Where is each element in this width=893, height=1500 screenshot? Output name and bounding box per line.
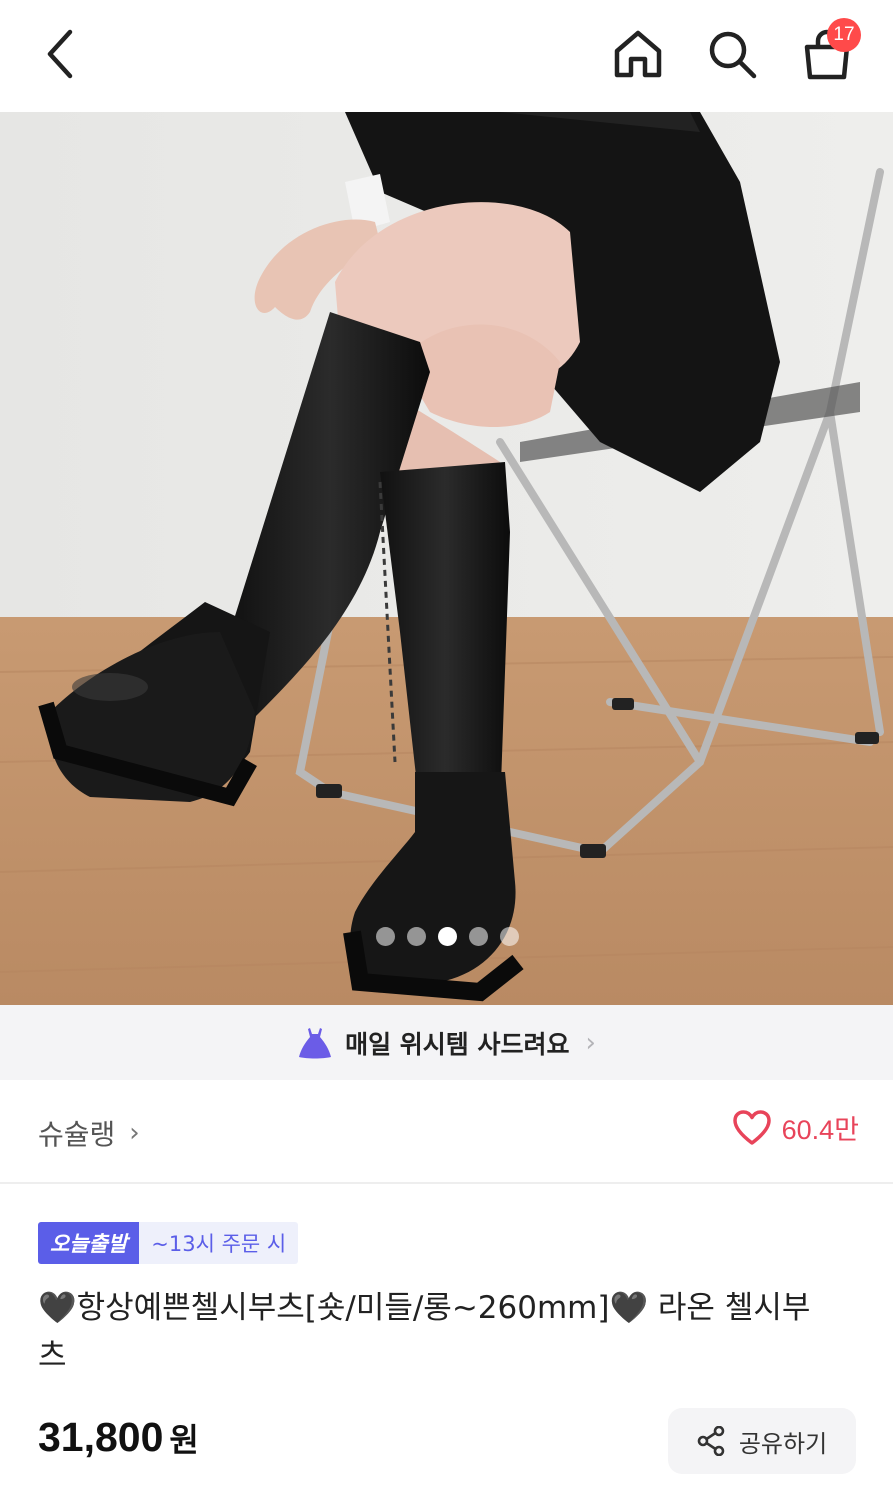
price-currency: 원 xyxy=(169,1421,199,1459)
share-label: 공유하기 xyxy=(738,1429,828,1458)
dress-icon xyxy=(299,1027,332,1058)
chevron-right-icon: › xyxy=(585,1027,596,1058)
search-button[interactable] xyxy=(700,22,764,86)
carousel-dot[interactable] xyxy=(500,927,519,946)
top-app-bar: 17 xyxy=(0,0,893,112)
like-count: 60.4만 xyxy=(781,1115,859,1145)
carousel-dot[interactable] xyxy=(469,927,488,946)
product-image-carousel[interactable] xyxy=(0,112,893,1005)
product-price: 31,800 원 xyxy=(38,1414,199,1461)
product-title: 🖤항상예쁜첼시부츠[숏/미들/롱~260mm]🖤 라온 첼시부츠 xyxy=(38,1290,811,1374)
store-row: 슈슐랭 › 60.4만 xyxy=(0,1080,893,1184)
share-icon xyxy=(697,1426,725,1456)
carousel-indicator xyxy=(376,927,519,946)
price-amount: 31,800 xyxy=(38,1414,164,1460)
chevron-right-icon: › xyxy=(129,1118,140,1148)
search-icon xyxy=(709,31,757,79)
banner-text: 매일 위시템 사드려요 xyxy=(345,1029,570,1059)
back-button[interactable] xyxy=(28,22,92,86)
order-cutoff-badge: ~13시 주문 시 xyxy=(139,1222,299,1264)
carousel-dot[interactable] xyxy=(376,927,395,946)
carousel-dot-active[interactable] xyxy=(438,927,457,946)
delivery-badges: 오늘출발 ~13시 주문 시 xyxy=(38,1222,299,1264)
home-button[interactable] xyxy=(606,22,670,86)
cart-count-badge: 17 xyxy=(827,18,861,52)
product-photo xyxy=(0,112,893,1005)
share-button[interactable]: 공유하기 xyxy=(668,1408,856,1474)
carousel-dot[interactable] xyxy=(407,927,426,946)
cart-button[interactable]: 17 xyxy=(795,18,861,86)
home-icon xyxy=(614,30,662,78)
store-name: 슈슐랭 xyxy=(38,1118,116,1151)
chevron-left-icon xyxy=(47,29,73,79)
store-link[interactable]: 슈슐랭 › xyxy=(38,1113,140,1153)
daily-wishitem-banner[interactable]: 매일 위시템 사드려요 › xyxy=(0,1005,893,1080)
today-ship-badge: 오늘출발 xyxy=(38,1222,140,1264)
like-button[interactable]: 60.4만 xyxy=(732,1108,859,1147)
heart-icon xyxy=(732,1109,771,1145)
